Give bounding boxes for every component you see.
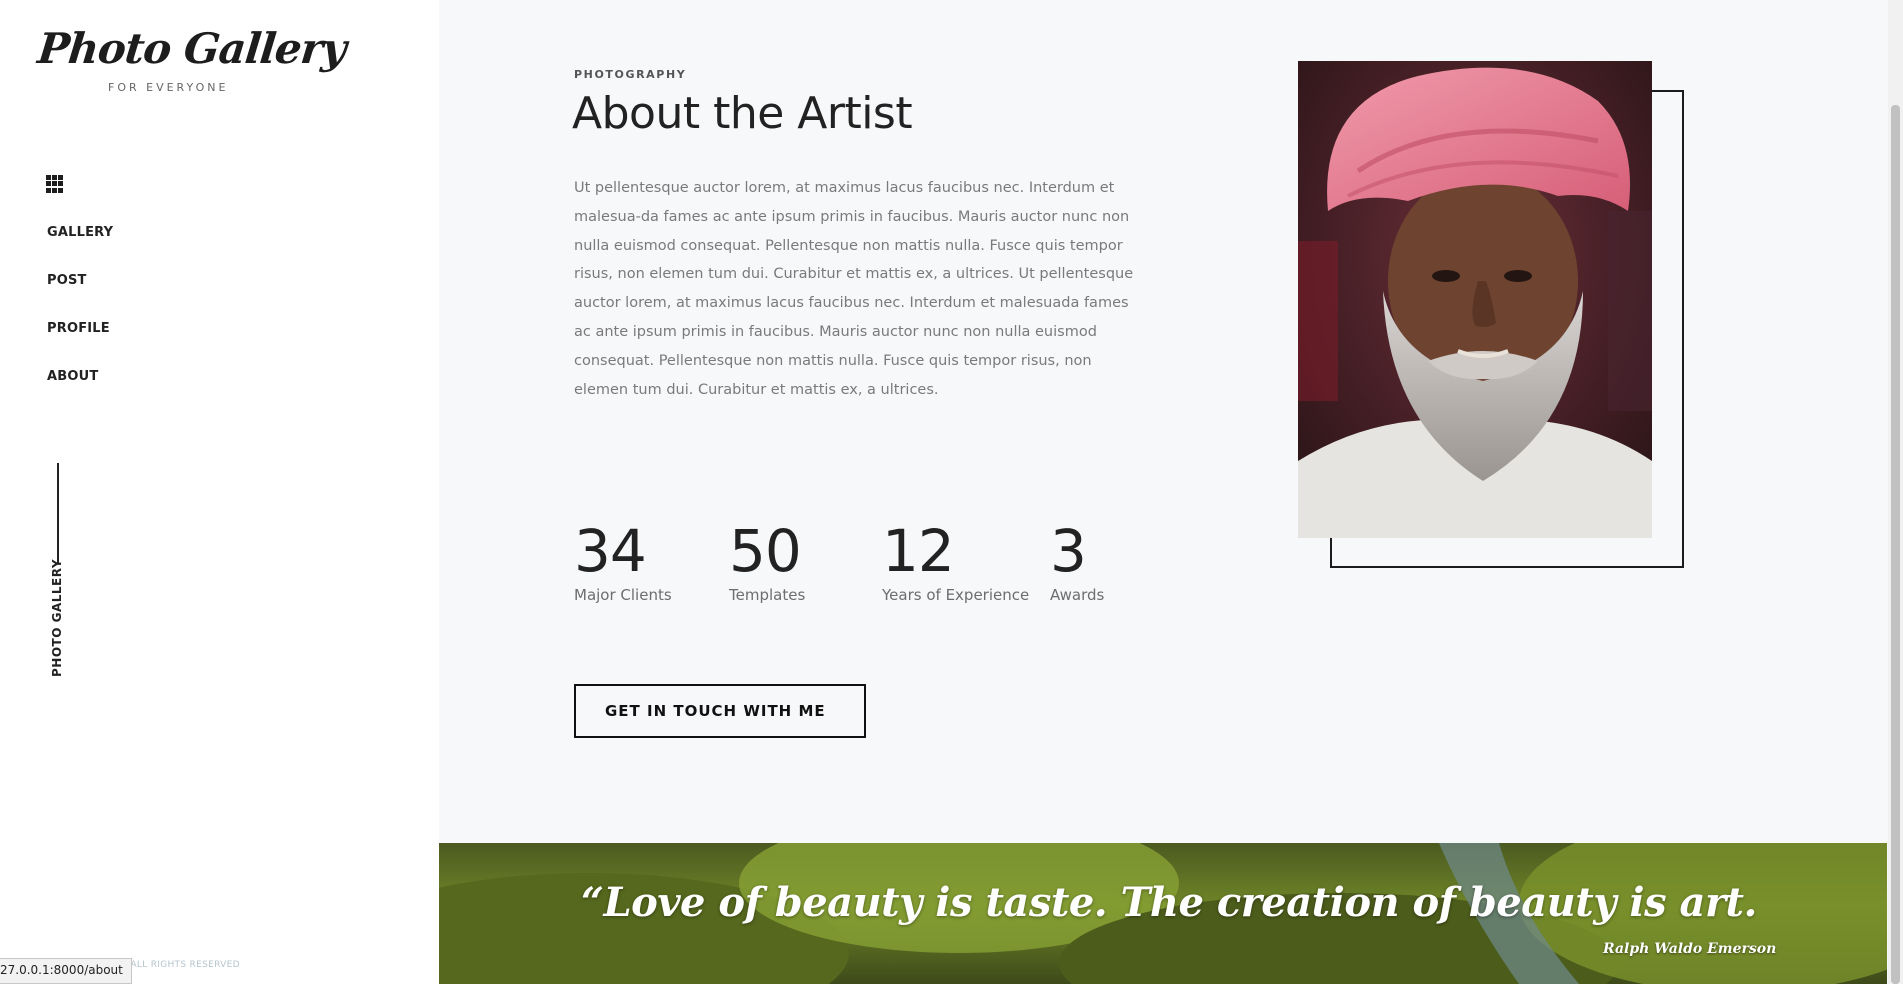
stat-awards: 3 Awards (1050, 516, 1104, 604)
stat-value: 50 (729, 517, 802, 585)
status-bar-url: 27.0.0.1:8000/about (0, 958, 132, 984)
stat-label: Years of Experience (882, 586, 1030, 604)
quote-author: Ralph Waldo Emerson (1603, 941, 1777, 957)
sidebar: Photo Gallery FOR EVERYONE GALLERY POST … (0, 0, 439, 984)
nav-item-gallery[interactable]: GALLERY (47, 223, 113, 271)
vertical-brand-label: PHOTO GALLERY (50, 558, 64, 677)
stat-value: 12 (882, 517, 955, 585)
stat-templates: 50 Templates (729, 516, 805, 604)
stat-label: Awards (1050, 586, 1105, 604)
stat-years-experience: 12 Years of Experience (882, 516, 1029, 604)
logo[interactable]: Photo Gallery FOR EVERYONE (35, 24, 348, 94)
stat-value: 3 (1050, 517, 1087, 585)
quote-text: “Love of beauty is taste. The creation o… (581, 879, 1757, 926)
get-in-touch-button[interactable]: GET IN TOUCH WITH ME (574, 684, 866, 738)
section-eyebrow: PHOTOGRAPHY (574, 68, 687, 81)
copyright-text: © ALL RIGHTS RESERVED (118, 960, 240, 970)
nav-item-about[interactable]: ABOUT (47, 367, 113, 415)
stat-label: Templates (729, 586, 806, 604)
stat-value: 34 (574, 517, 647, 585)
stat-major-clients: 34 Major Clients (574, 516, 672, 604)
artist-bio: Ut pellentesque auctor lorem, at maximus… (574, 180, 1134, 398)
logo-tagline: FOR EVERYONE (108, 81, 229, 94)
logo-text: Photo Gallery (35, 24, 348, 73)
vertical-divider (57, 463, 59, 563)
grid-menu-icon[interactable] (46, 175, 64, 193)
quote-banner: “Love of beauty is taste. The creation o… (439, 843, 1887, 984)
main-nav: GALLERY POST PROFILE ABOUT (47, 223, 113, 415)
nav-item-profile[interactable]: PROFILE (47, 319, 113, 367)
vertical-scrollbar[interactable] (1888, 0, 1903, 984)
scrollbar-thumb[interactable] (1891, 105, 1900, 984)
artist-portrait (1298, 61, 1652, 538)
nav-item-post[interactable]: POST (47, 271, 113, 319)
stat-label: Major Clients (574, 586, 672, 604)
page-title: About the Artist (572, 88, 913, 139)
